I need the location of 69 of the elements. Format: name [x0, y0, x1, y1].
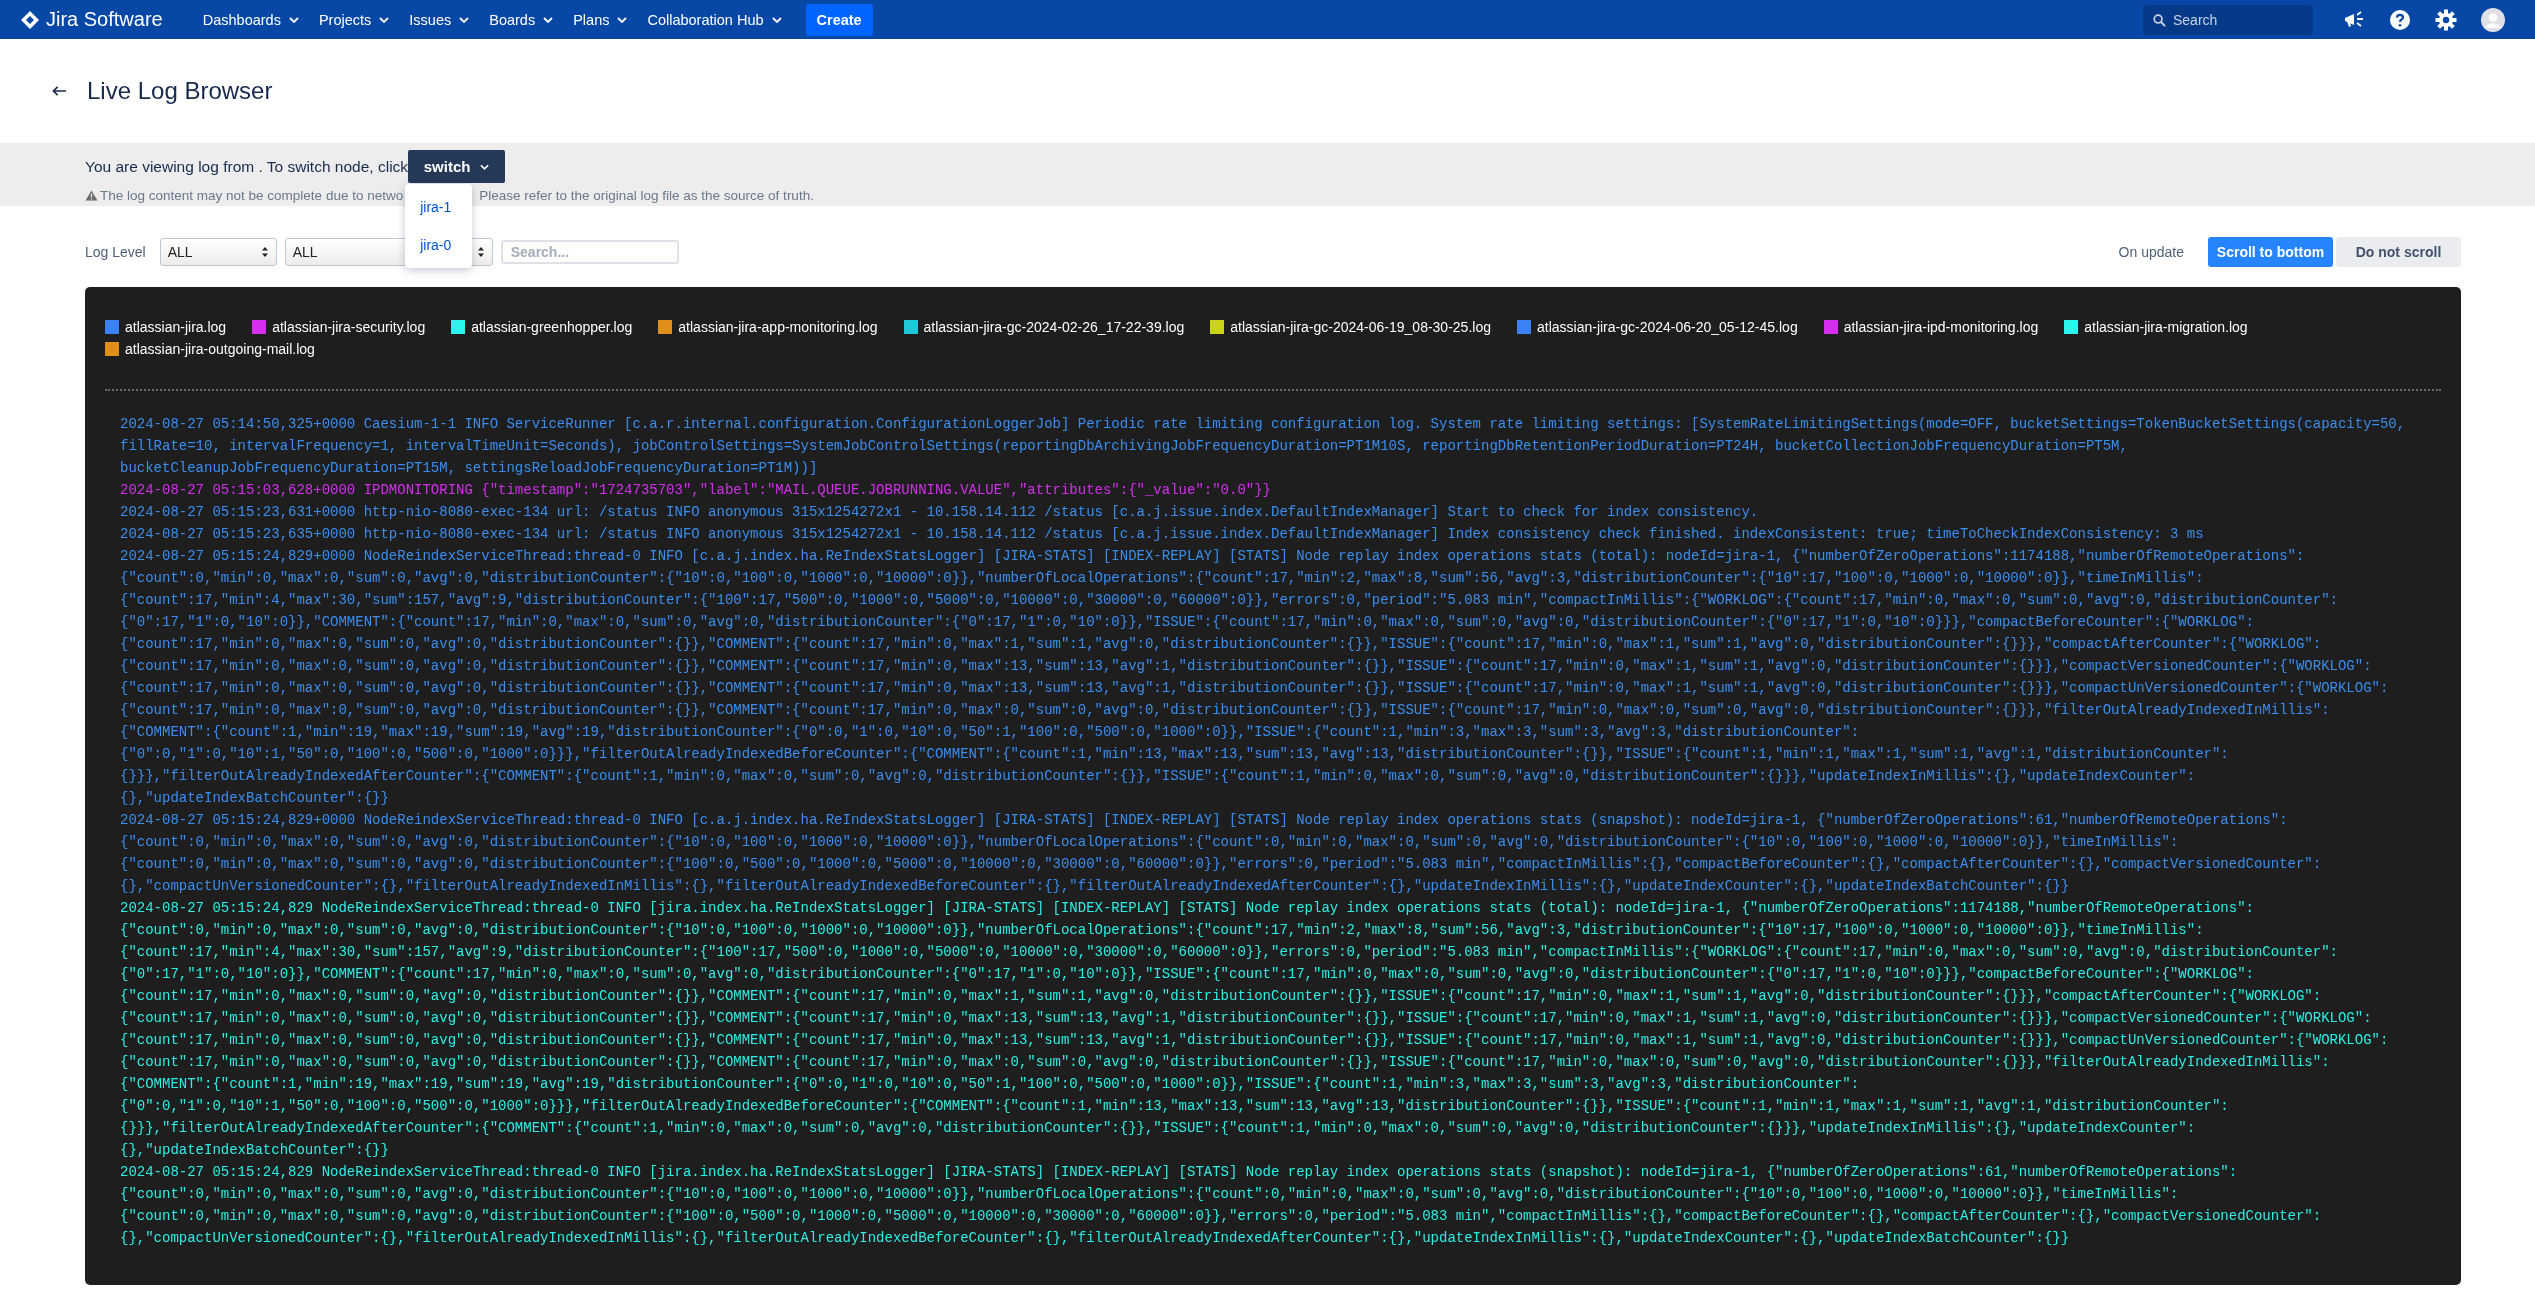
log-line: {"count":17,"min":0,"max":0,"sum":0,"avg":0,"distributionCounter":{}},"COMMENT":{"count":17,"min":0,"max":13,"sum":13,"avg":1,"distributionCounter":{}},"ISSUE":{"count":17,"min":0,"max":1,"sum":1,"avg":0,"distributionCounter":{}}},"compactUnVersionedCounter":{"WORKLOG":	[120, 1031, 2390, 1050]
log-line: {"count":17,"min":0,"max":0,"sum":0,"avg":0,"distributionCounter":{}},"COMMENT":{"count":17,"min":0,"max":1,"sum":1,"avg":0,"distributionCounter":{}},"ISSUE":{"count":17,"min":0,"max":1,"sum":1,"avg":0,"distributionCounter":{}}},"compactAfterCounter":{"WORKLOG":	[120, 987, 2323, 1006]
legend-label: atlassian-jira-gc-2024-06-20_05-12-45.log	[1536, 319, 1798, 335]
search-field[interactable]: Search...	[500, 239, 679, 264]
nav-menu[interactable]: Boards	[481, 5, 562, 34]
log-line: 2024-08-27 05:15:03,628+0000 IPDMONITORING {"timestamp":"1724735703","label":"MAIL.QUEUE.JOBRUNNING.VALUE","attributes":{"_value":"0.0"}}	[120, 481, 1272, 500]
legend-label: atlassian-jira-app-monitoring.log	[678, 319, 878, 335]
legend-label: atlassian-jira-migration.log	[2084, 319, 2248, 335]
log-line: {},"compactUnVersionedCounter":{},"filterOutAlreadyIndexedInMillis":{},"filterOutAlreadyIndexedBeforeCounter":{},"filterOutAlreadyIndexedAfterCounter":{},"updateIndexInMillis":{},"updateIndexCounter":{},"updateIndexBatchCounter":{}}	[120, 877, 2071, 896]
log-line: {},"updateIndexBatchCounter":{}}	[120, 789, 390, 808]
nav-menu[interactable]: Plans	[565, 5, 636, 34]
nav-menu[interactable]: Dashboards	[194, 5, 307, 34]
log-line: {"count":0,"min":0,"max":0,"sum":0,"avg":0,"distributionCounter":{"10":0,"100":0,"1000":0,"10000":0}},"numberOfLocalOperations":{"count":17,"min":2,"max":8,"sum":56,"avg":3,"distributionCounter":{"10":17,"100":0,"1000":0,"10000":0}},"timeInMillis":	[120, 921, 2205, 940]
nav-menu[interactable]: Issues	[401, 5, 478, 34]
log-level-label: Log Level	[85, 243, 146, 260]
legend-label: atlassian-jira.log	[125, 319, 227, 335]
log-line: {},"compactUnVersionedCounter":{},"filterOutAlreadyIndexedInMillis":{},"filterOutAlreadyIndexedBeforeCounter":{},"filterOutAlreadyIndexedAfterCounter":{},"updateIndexInMillis":{},"updateIndexCounter":{},"updateIndexBatchCounter":{}}	[120, 1229, 2071, 1248]
log-line: 2024-08-27 05:15:24,829 NodeReindexServiceThread:thread-0 INFO [jira.index.ha.ReIndexStatsLogger] [JIRA-STATS] [INDEX-REPLAY] [STATS] Node replay index operations stats (total): nodeId=jira-1, {"numberOfZeroOperations":1174188,"numberOfRemoteOperations":	[120, 899, 2255, 918]
log-line: {"count":17,"min":0,"max":0,"sum":0,"avg":0,"distributionCounter":{}},"COMMENT":{"count":17,"min":0,"max":0,"sum":0,"avg":0,"distributionCounter":{}},"ISSUE":{"count":17,"min":0,"max":0,"sum":0,"avg":0,"distributionCounter":{}}},"filterOutAlreadyIndexedInMillis":	[120, 701, 2331, 720]
log-line: {"count":17,"min":0,"max":0,"sum":0,"avg":0,"distributionCounter":{}},"COMMENT":{"count":17,"min":0,"max":1,"sum":1,"avg":0,"distributionCounter":{}},"ISSUE":{"count":17,"min":0,"max":1,"sum":1,"avg":0,"distributionCounter":{}}},"compactAfterCounter":{"WORKLOG":	[120, 635, 2323, 654]
nav-menu[interactable]: Collaboration Hub	[639, 5, 790, 34]
log-line: {"count":0,"min":0,"max":0,"sum":0,"avg":0,"distributionCounter":{"100":0,"500":0,"1000":0,"5000":0,"10000":0,"30000":0,"60000":0}},"errors":0,"period":"5.083 min","compactInMillis":{},"compactBeforeCounter":{},"compactAfterCounter":{},"compactVersionedCounter":	[120, 1207, 2323, 1226]
node-info-text: You are viewing log from . To switch node, click	[85, 157, 409, 176]
legend-label: atlassian-jira-ipd-monitoring.log	[1843, 319, 2039, 335]
log-line: 2024-08-27 05:15:24,829+0000 NodeReindexServiceThread:thread-0 INFO [c.a.j.index.ha.ReIndexStatsLogger] [JIRA-STATS] [INDEX-REPLAY] [STATS] Node replay index operations stats (total): nodeId=jira-1, {"numberOfZeroOperations":1174188,"numberOfRemoteOperations":	[120, 547, 2306, 566]
log-line: {"0":17,"1":0,"10":0}},"COMMENT":{"count":17,"min":0,"max":0,"sum":0,"avg":0,"distributionCounter":{"0":17,"1":0,"10":0}},"ISSUE":{"count":17,"min":0,"max":0,"sum":0,"avg":0,"distributionCounter":{"0":17,"1":0,"10":0}}},"compactBeforeCounter":{"WORKLOG":	[120, 613, 2255, 632]
log-line: {"count":17,"min":0,"max":0,"sum":0,"avg":0,"distributionCounter":{}},"COMMENT":{"count":17,"min":0,"max":13,"sum":13,"avg":1,"distributionCounter":{}},"ISSUE":{"count":17,"min":0,"max":1,"sum":1,"avg":0,"distributionCounter":{}}},"compactVersionedCounter":{"WORKLOG":	[120, 1009, 2373, 1028]
log-line: {"count":17,"min":0,"max":0,"sum":0,"avg":0,"distributionCounter":{}},"COMMENT":{"count":17,"min":0,"max":13,"sum":13,"avg":1,"distributionCounter":{}},"ISSUE":{"count":17,"min":0,"max":1,"sum":1,"avg":0,"distributionCounter":{}}},"compactVersionedCounter":{"WORKLOG":	[120, 657, 2373, 676]
log-line: {"count":0,"min":0,"max":0,"sum":0,"avg":0,"distributionCounter":{"100":0,"500":0,"1000":0,"5000":0,"10000":0,"30000":0,"60000":0}},"errors":0,"period":"5.083 min","compactInMillis":{},"compactBeforeCounter":{},"compactAfterCounter":{},"compactVersionedCounter":	[120, 855, 2323, 874]
log-line: {"COMMENT":{"count":1,"min":19,"max":19,"sum":19,"avg":19,"distributionCounter":{"0":0,"1":0,"10":0,"50":1,"100":0,"500":0,"1000":0}},"ISSUE":{"count":1,"min":3,"max":3,"sum":3,"avg":3,"distributionCounter":	[120, 1075, 1861, 1094]
log-line: 2024-08-27 05:15:24,829 NodeReindexServiceThread:thread-0 INFO [jira.index.ha.ReIndexStatsLogger] [JIRA-STATS] [INDEX-REPLAY] [STATS] Node replay index operations stats (snapshot): nodeId=jira-1, {"numberOfZeroOperations":61,"numberOfRemoteOperations":	[120, 1163, 2239, 1182]
log-line: {"count":17,"min":4,"max":30,"sum":157,"avg":9,"distributionCounter":{"100":17,"500":0,"1000":0,"5000":0,"10000":0,"30000":0,"60000":0}},"errors":0,"period":"5.083 min","compactInMillis":{"WORKLOG":{"count":17,"min":0,"max":0,"sum":0,"avg":0,"distributionCounter":	[120, 943, 2339, 962]
warning-text: Please refer to the original log file as the source of truth.	[479, 188, 814, 203]
legend-label: atlassian-jira-security.log	[272, 319, 426, 335]
legend-label: atlassian-jira-gc-2024-02-26_17-22-39.log	[923, 319, 1185, 335]
page-title: Live Log Browser	[87, 77, 273, 105]
log-line: {},"updateIndexBatchCounter":{}}	[120, 1141, 390, 1160]
log-line: {"COMMENT":{"count":1,"min":19,"max":19,"sum":19,"avg":19,"distributionCounter":{"0":0,"1":0,"10":0,"50":1,"100":0,"500":0,"1000":0}},"ISSUE":{"count":1,"min":3,"max":3,"sum":3,"avg":3,"distributionCounter":	[120, 723, 1861, 742]
menu-item[interactable]: jira-1	[405, 187, 473, 226]
log-line: {"count":0,"min":0,"max":0,"sum":0,"avg":0,"distributionCounter":{"10":0,"100":0,"1000":0,"10000":0}},"numberOfLocalOperations":{"count":0,"min":0,"max":0,"sum":0,"avg":0,"distributionCounter":{"10":0,"100":0,"1000":0,"10000":0}},"timeInMillis":	[120, 833, 2180, 852]
scroll-option-button[interactable]: Do not scroll	[2336, 236, 2461, 267]
log-line: {"0":0,"1":0,"10":1,"50":0,"100":0,"500":0,"1000":0}}},"filterOutAlreadyIndexedBeforeCounter":{"COMMENT":{"count":1,"min":13,"max":13,"sum":13,"avg":13,"distributionCounter":{}},"ISSUE":{"count":1,"min":1,"max":1,"sum":1,"avg":1,"distributionCounter":	[120, 1097, 2230, 1116]
log-line: {}}},"filterOutAlreadyIndexedAfterCounter":{"COMMENT":{"count":1,"min":0,"max":0,"sum":0,"avg":0,"distributionCounter":{}},"ISSUE":{"count":1,"min":0,"max":0,"sum":0,"avg":0,"distributionCounter":{}}},"updateIndexInMillis":{},"updateIndexCounter":	[120, 1119, 2197, 1138]
log-line: {"count":17,"min":4,"max":30,"sum":157,"avg":9,"distributionCounter":{"100":17,"500":0,"1000":0,"5000":0,"10000":0,"30000":0,"60000":0}},"errors":0,"period":"5.083 min","compactInMillis":{"WORKLOG":{"count":17,"min":0,"max":0,"sum":0,"avg":0,"distributionCounter":	[120, 591, 2339, 610]
log-line: {}}},"filterOutAlreadyIndexedAfterCounter":{"COMMENT":{"count":1,"min":0,"max":0,"sum":0,"avg":0,"distributionCounter":{}},"ISSUE":{"count":1,"min":0,"max":0,"sum":0,"avg":0,"distributionCounter":{}}},"updateIndexInMillis":{},"updateIndexCounter":	[120, 767, 2197, 786]
legend-label: atlassian-jira-gc-2024-06-19_08-30-25.log	[1230, 319, 1491, 335]
log-line: {"count":0,"min":0,"max":0,"sum":0,"avg":0,"distributionCounter":{"10":0,"100":0,"1000":0,"10000":0}},"numberOfLocalOperations":{"count":17,"min":2,"max":8,"sum":56,"avg":3,"distributionCounter":{"10":17,"100":0,"1000":0,"10000":0}},"timeInMillis":	[120, 569, 2205, 588]
warning-text: The log content may not be complete due to netwo	[100, 188, 404, 203]
legend-label: atlassian-jira-outgoing-mail.log	[125, 341, 315, 357]
log-line: 2024-08-27 05:15:24,829+0000 NodeReindexServiceThread:thread-0 INFO [c.a.j.index.ha.ReIndexStatsLogger] [JIRA-STATS] [INDEX-REPLAY] [STATS] Node replay index operations stats (snapshot): nodeId=jira-1, {"numberOfZeroOperations":61,"numberOfRemoteOperations":	[120, 811, 2289, 830]
create-button[interactable]: Create	[805, 3, 873, 36]
log-line: {"count":17,"min":0,"max":0,"sum":0,"avg":0,"distributionCounter":{}},"COMMENT":{"count":17,"min":0,"max":0,"sum":0,"avg":0,"distributionCounter":{}},"ISSUE":{"count":17,"min":0,"max":0,"sum":0,"avg":0,"distributionCounter":{}}},"filterOutAlreadyIndexedInMillis":	[120, 1053, 2331, 1072]
log-line: 2024-08-27 05:15:23,635+0000 http-nio-8080-exec-134 url: /status INFO anonymous 315x1254272x1 - 10.158.14.112 /status [c.a.j.issue.index.DefaultIndexManager] Index consistency check finished. indexConsistent: true; timeToCheckIndexConsistency: 3 ms	[120, 525, 2205, 544]
filter-select[interactable]: ALL	[159, 237, 277, 266]
scroll-option-button[interactable]: Scroll to bottom	[2208, 236, 2333, 267]
switch-button[interactable]: switch	[408, 150, 506, 183]
log-line: fillRate=10, intervalFrequency=1, intervalTimeUnit=Seconds), jobControlSettings=SystemJobControlSettings(reportingDbArchivingJobFrequencyDuration=PT1M10S, reportingDbRetentionPeriodDuration=PT24H, bucketCollectionJobFrequencyDuration=PT5M,	[120, 437, 2129, 456]
nav-menu[interactable]: Projects	[310, 5, 398, 34]
log-line: {"0":0,"1":0,"10":1,"50":0,"100":0,"500":0,"1000":0}}},"filterOutAlreadyIndexedBeforeCounter":{"COMMENT":{"count":1,"min":13,"max":13,"sum":13,"avg":13,"distributionCounter":{}},"ISSUE":{"count":1,"min":1,"max":1,"sum":1,"avg":1,"distributionCounter":	[120, 745, 2230, 764]
legend-label: atlassian-greenhopper.log	[471, 319, 633, 335]
log-line: {"count":17,"min":0,"max":0,"sum":0,"avg":0,"distributionCounter":{}},"COMMENT":{"count":17,"min":0,"max":13,"sum":13,"avg":1,"distributionCounter":{}},"ISSUE":{"count":17,"min":0,"max":1,"sum":1,"avg":0,"distributionCounter":{}}},"compactUnVersionedCounter":{"WORKLOG":	[120, 679, 2390, 698]
product-name[interactable]: Jira Software	[46, 8, 163, 31]
log-line: bucketCleanupJobFrequencyDuration=PT15M, settingsReloadJobFrequencyDuration=PT1M))]	[120, 459, 819, 478]
log-line: 2024-08-27 05:14:50,325+0000 Caesium-1-1 INFO ServiceRunner [c.a.r.internal.configuration.ConfigurationLoggerJob] Periodic rate limiting configuration log. System rate limiting settings: [SystemRateLimitingSettings(mode=OFF, bucketSettings=TokenBucketSettings(capacity=50,	[120, 415, 2407, 434]
log-line: {"0":17,"1":0,"10":0}},"COMMENT":{"count":17,"min":0,"max":0,"sum":0,"avg":0,"distributionCounter":{"0":17,"1":0,"10":0}},"ISSUE":{"count":17,"min":0,"max":0,"sum":0,"avg":0,"distributionCounter":{"0":17,"1":0,"10":0}}},"compactBeforeCounter":{"WORKLOG":	[120, 965, 2255, 984]
search-field[interactable]: Search	[2143, 4, 2313, 35]
log-line: 2024-08-27 05:15:23,631+0000 http-nio-8080-exec-134 url: /status INFO anonymous 315x1254272x1 - 10.158.14.112 /status [c.a.j.issue.index.DefaultIndexManager] Start to check for index consistency.	[120, 503, 1760, 522]
on-update-label: On update	[2118, 243, 2184, 260]
log-line: {"count":0,"min":0,"max":0,"sum":0,"avg":0,"distributionCounter":{"10":0,"100":0,"1000":0,"10000":0}},"numberOfLocalOperations":{"count":0,"min":0,"max":0,"sum":0,"avg":0,"distributionCounter":{"10":0,"100":0,"1000":0,"10000":0}},"timeInMillis":	[120, 1185, 2180, 1204]
